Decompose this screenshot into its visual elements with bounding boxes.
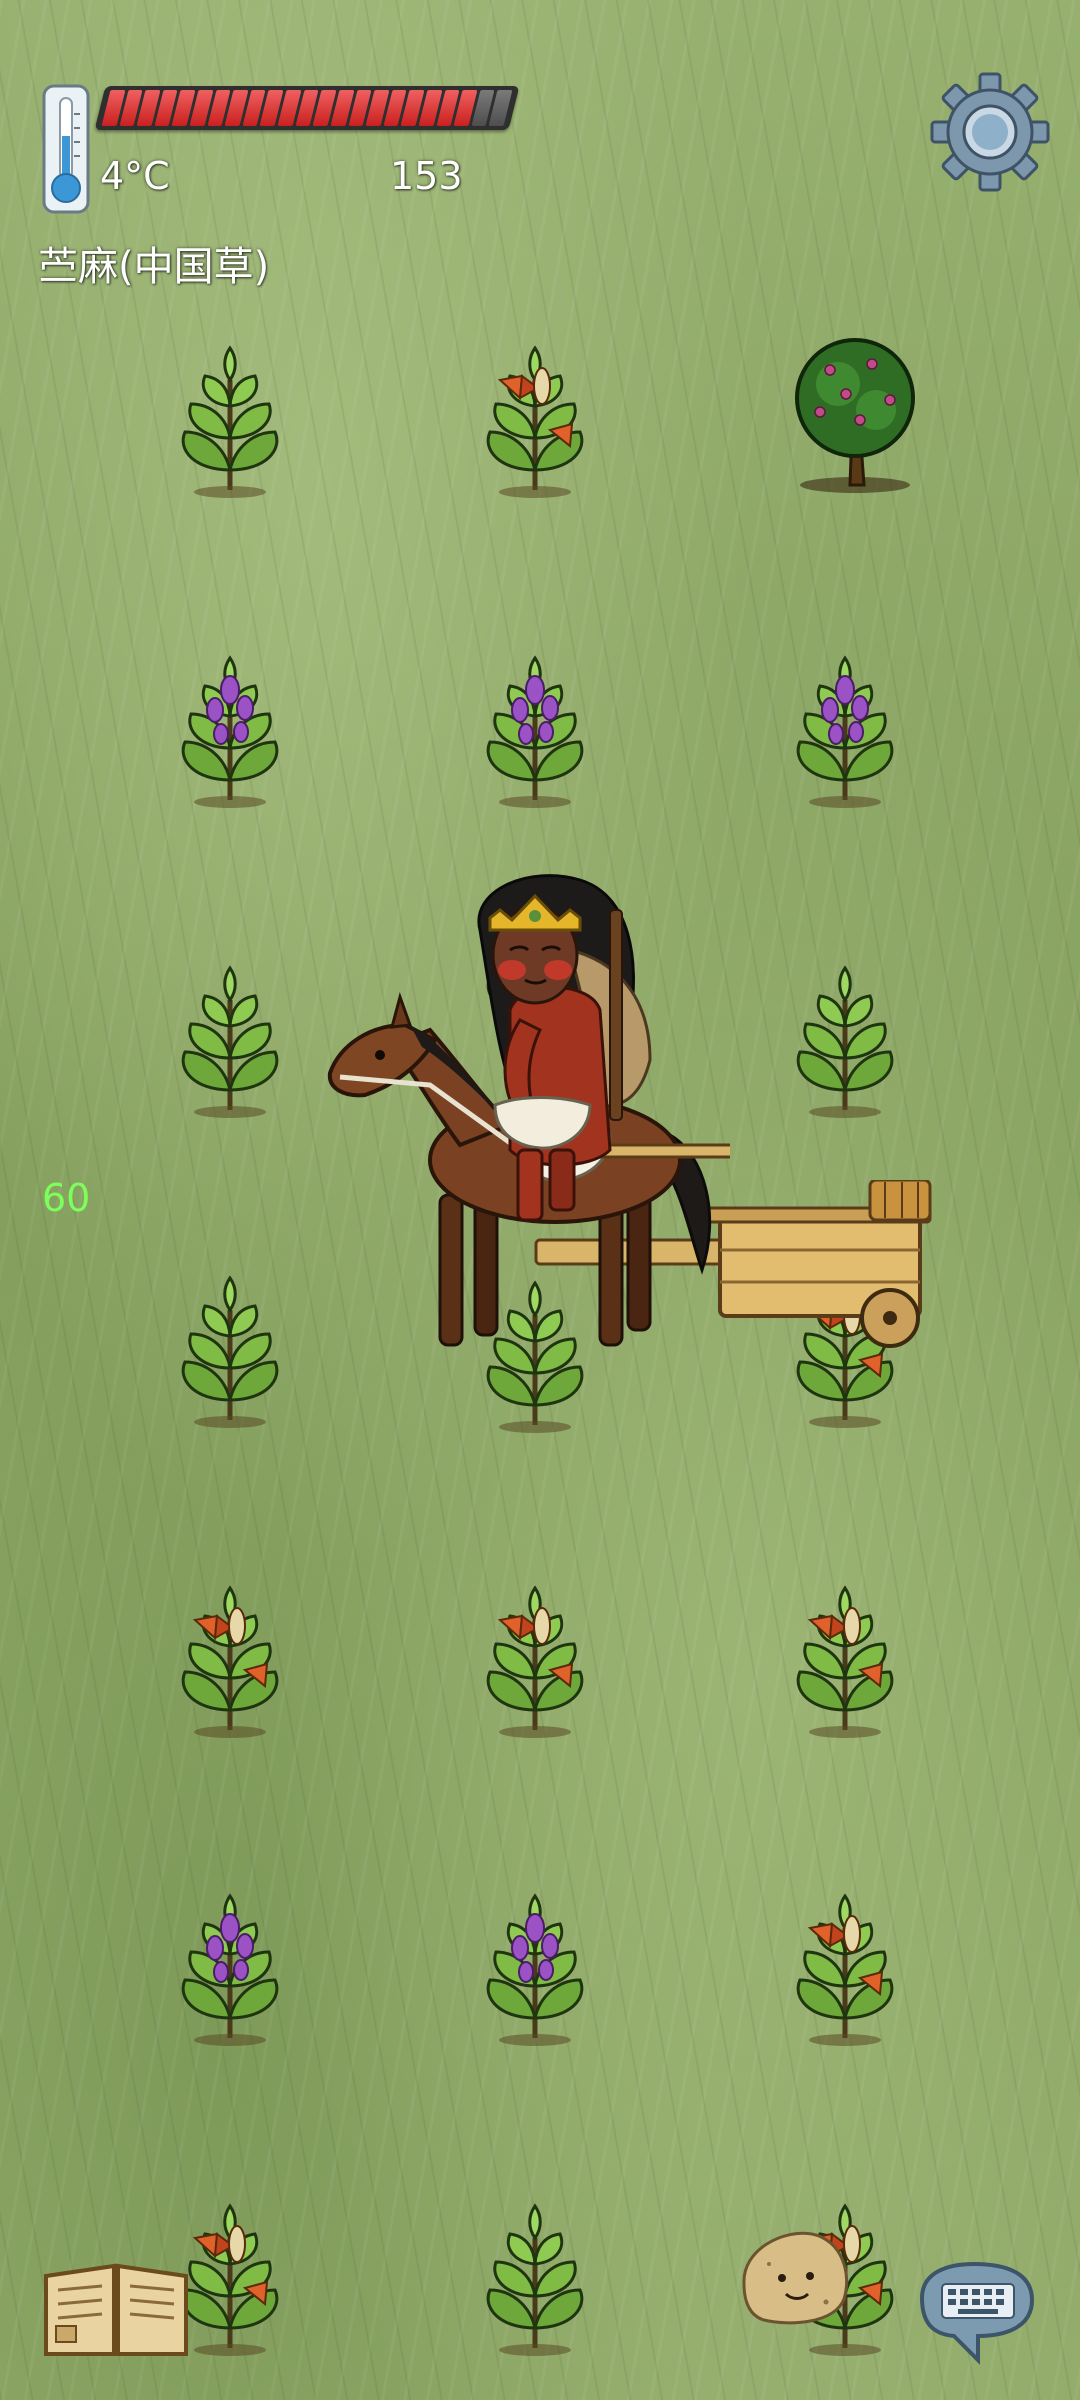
player-character[interactable] [440,870,680,1230]
book-icon[interactable] [40,2256,192,2360]
ramie-plant[interactable] [460,2178,610,2358]
ramie-plant[interactable] [155,320,305,500]
berry-tree[interactable] [780,320,930,500]
thermometer-icon [38,84,94,214]
object-name-label: 苎麻(中国草) [38,244,270,290]
age-label: 60 [42,1176,91,1220]
ramie-plant[interactable] [460,1560,610,1740]
temperature-label: 4°C [100,154,170,198]
ramie-plant[interactable] [460,1868,610,2048]
ramie-plant[interactable] [155,630,305,810]
keyboard-speech-icon[interactable] [908,2258,1040,2374]
ramie-plant[interactable] [155,1250,305,1430]
food-counter: 153 [390,154,463,198]
ramie-plant[interactable] [155,1560,305,1740]
food-bar [94,86,520,130]
ramie-plant[interactable] [770,1868,920,2048]
ramie-plant[interactable] [770,1560,920,1740]
ramie-plant[interactable] [155,940,305,1120]
ramie-plant[interactable] [155,1868,305,2048]
ramie-plant[interactable] [460,320,610,500]
ramie-plant[interactable] [770,630,920,810]
gear-icon[interactable] [928,70,1052,194]
ramie-plant[interactable] [770,940,920,1120]
ramie-plant[interactable] [460,630,610,810]
potato-face-icon[interactable] [734,2224,854,2328]
